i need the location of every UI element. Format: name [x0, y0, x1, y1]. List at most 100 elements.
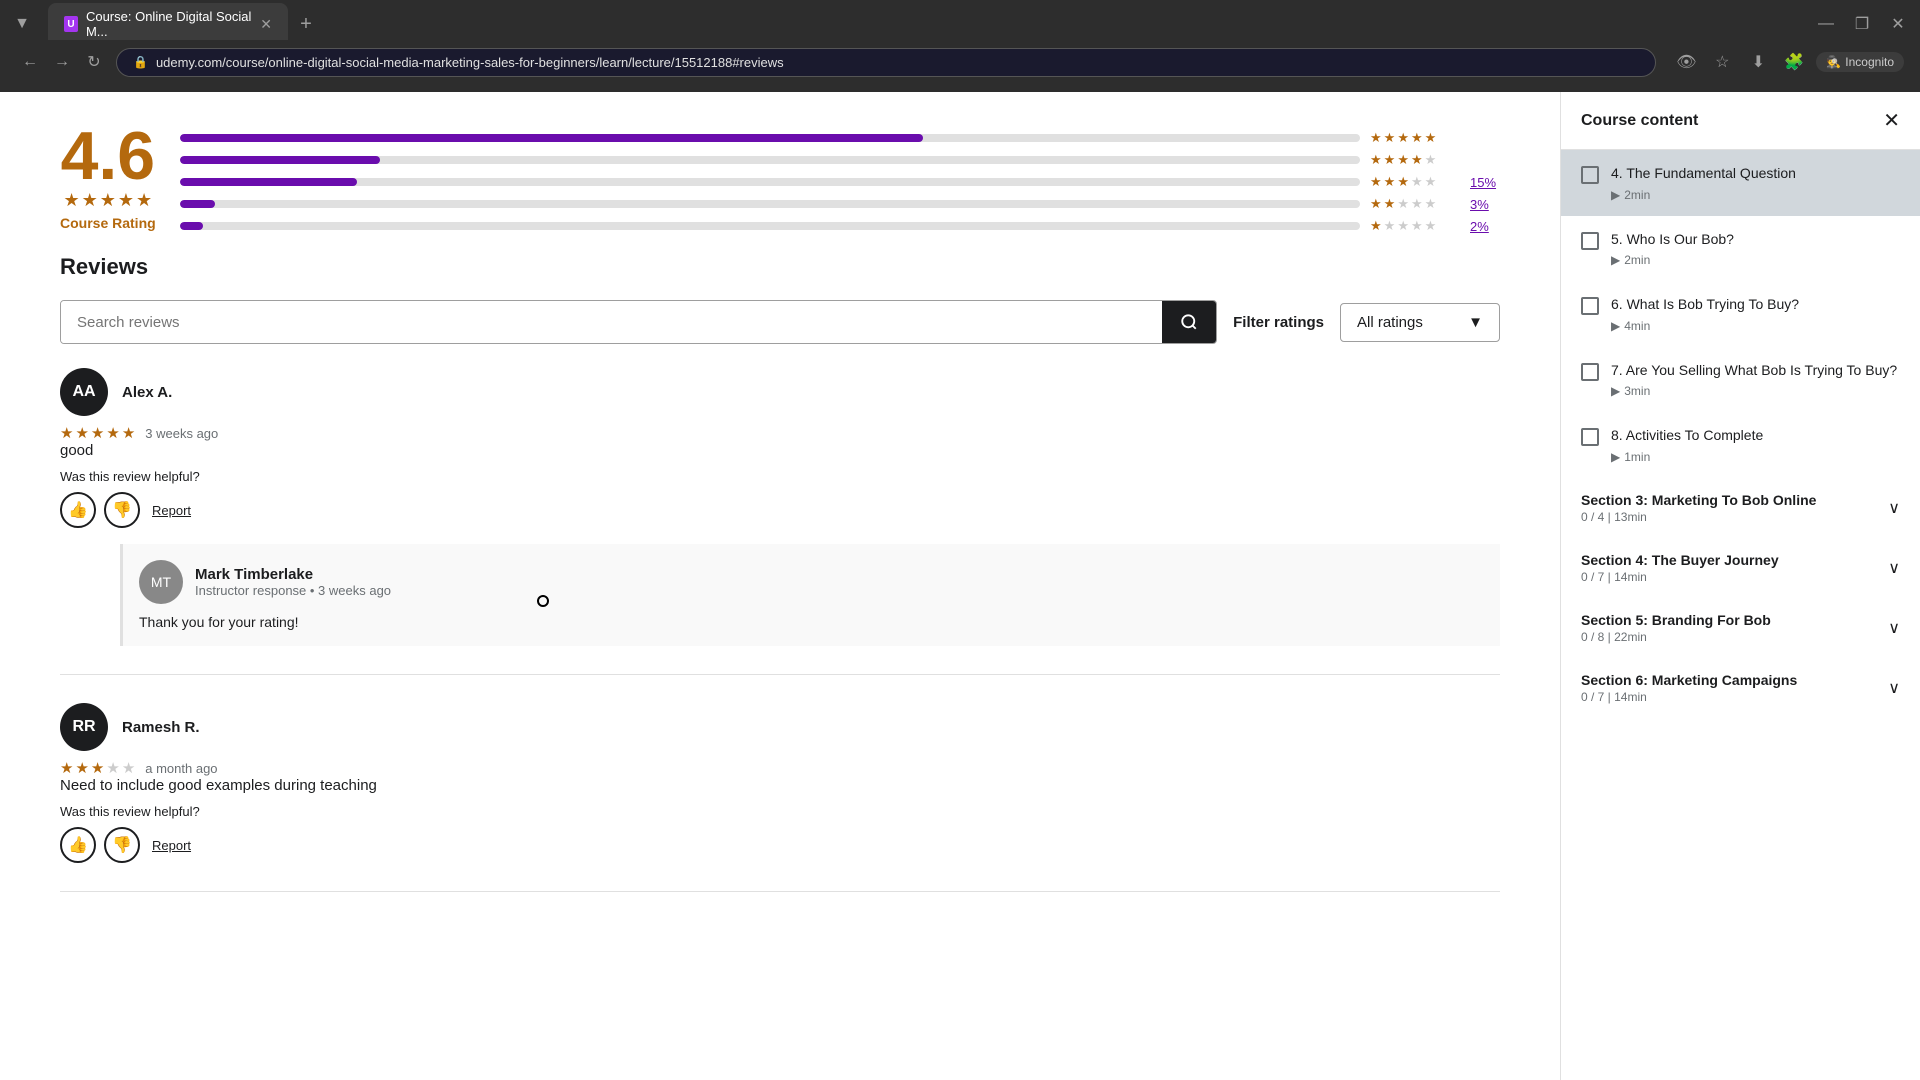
- helpful-text-ramesh: Was this review helpful?: [60, 804, 1500, 819]
- sidebar-item-7[interactable]: 7. Are You Selling What Bob Is Trying To…: [1561, 347, 1920, 413]
- item-meta-7: ▶ 3min: [1611, 384, 1900, 398]
- reviewer-name-alex: Alex A.: [122, 384, 172, 401]
- checkbox-6[interactable]: [1581, 297, 1599, 315]
- section-header-4[interactable]: Section 4: The Buyer Journey 0 / 7 | 14m…: [1561, 538, 1920, 598]
- sidebar-header: Course content ✕: [1561, 92, 1920, 150]
- section-header-3[interactable]: Section 3: Marketing To Bob Online 0 / 4…: [1561, 478, 1920, 538]
- tab-bar: ▼ U Course: Online Digital Social M... ✕…: [0, 0, 1920, 40]
- back-button[interactable]: ←: [16, 48, 44, 76]
- star-2: ★: [82, 190, 98, 211]
- item-content-5: 5. Who Is Our Bob? ▶ 2min: [1611, 230, 1900, 268]
- bar-track-3: [180, 178, 1360, 186]
- review-meta-ramesh: ★ ★ ★ ★ ★ a month ago: [60, 759, 1500, 777]
- instructor-name: Mark Timberlake: [195, 566, 391, 583]
- sidebar-title: Course content: [1581, 112, 1698, 130]
- sidebar-item-5[interactable]: 5. Who Is Our Bob? ▶ 2min: [1561, 216, 1920, 282]
- incognito-badge: 🕵 Incognito: [1816, 52, 1904, 72]
- search-box: [60, 300, 1217, 344]
- browser-chrome: ▼ U Course: Online Digital Social M... ✕…: [0, 0, 1920, 92]
- bookmark-icon[interactable]: ☆: [1708, 48, 1736, 76]
- reviews-title: Reviews: [60, 254, 1500, 280]
- bar-fill-4: [180, 156, 381, 164]
- section-meta-3: 0 / 4 | 13min: [1581, 510, 1816, 524]
- chevron-section-4: ∨: [1888, 558, 1900, 578]
- bar-pct-3[interactable]: 15%: [1470, 175, 1500, 190]
- rating-big: 4.6 ★ ★ ★ ★ ★ Course Rating: [60, 122, 156, 231]
- checkbox-8[interactable]: [1581, 428, 1599, 446]
- item-meta-6: ▶ 4min: [1611, 319, 1900, 333]
- play-icon-6: ▶: [1611, 319, 1620, 333]
- sidebar-close-button[interactable]: ✕: [1883, 108, 1900, 133]
- star-1: ★: [63, 190, 79, 211]
- report-link-alex[interactable]: Report: [152, 503, 191, 518]
- item-duration-4: 2min: [1624, 188, 1650, 202]
- review-time-alex: 3 weeks ago: [145, 426, 218, 441]
- bar-pct-1[interactable]: 2%: [1470, 219, 1500, 234]
- checkbox-4[interactable]: [1581, 166, 1599, 184]
- chevron-section-5: ∨: [1888, 618, 1900, 638]
- search-input[interactable]: [61, 301, 1162, 343]
- section-title-5: Section 5: Branding For Bob: [1581, 612, 1771, 628]
- bar-pct-2[interactable]: 3%: [1470, 197, 1500, 212]
- section-header-6[interactable]: Section 6: Marketing Campaigns 0 / 7 | 1…: [1561, 658, 1920, 718]
- tab-list-button[interactable]: ▼: [8, 10, 36, 38]
- reviewer-info-ramesh: Ramesh R.: [122, 719, 200, 736]
- eye-slash-icon[interactable]: 👁: [1672, 48, 1700, 76]
- active-tab[interactable]: U Course: Online Digital Social M... ✕: [48, 3, 288, 45]
- tab-close-button[interactable]: ✕: [260, 16, 272, 33]
- filter-select[interactable]: All ratings ▼: [1340, 303, 1500, 342]
- url-bar[interactable]: 🔒 udemy.com/course/online-digital-social…: [116, 48, 1656, 77]
- bar-row-3: ★ ★ ★ ★ ★ 15%: [180, 174, 1500, 190]
- forward-button[interactable]: →: [48, 48, 76, 76]
- checkbox-5[interactable]: [1581, 232, 1599, 250]
- sidebar-item-8[interactable]: 8. Activities To Complete ▶ 1min: [1561, 412, 1920, 478]
- filter-row: Filter ratings All ratings ▼: [60, 300, 1500, 344]
- bar-stars-1: ★ ★ ★ ★ ★: [1370, 218, 1460, 234]
- bar-row-4: ★ ★ ★ ★ ★: [180, 152, 1500, 168]
- chevron-down-icon: ▼: [1468, 314, 1483, 331]
- sidebar-item-4[interactable]: 4. The Fundamental Question ▶ 2min: [1561, 150, 1920, 216]
- reload-button[interactable]: ↻: [80, 48, 108, 76]
- thumbs-up-button-ramesh[interactable]: 👍: [60, 827, 96, 863]
- new-tab-button[interactable]: +: [292, 10, 320, 38]
- section-header-5[interactable]: Section 5: Branding For Bob 0 / 8 | 22mi…: [1561, 598, 1920, 658]
- search-button[interactable]: [1162, 301, 1216, 343]
- star-4: ★: [118, 190, 134, 211]
- bar-stars-2: ★ ★ ★ ★ ★: [1370, 196, 1460, 212]
- download-icon[interactable]: ⬇: [1744, 48, 1772, 76]
- bar-stars-5: ★ ★ ★ ★ ★: [1370, 130, 1460, 146]
- bar-stars-3: ★ ★ ★ ★ ★: [1370, 174, 1460, 190]
- incognito-icon: 🕵: [1826, 55, 1841, 69]
- reviewer-info-alex: Alex A.: [122, 384, 172, 401]
- thumbs-down-button-ramesh[interactable]: 👎: [104, 827, 140, 863]
- item-content-8: 8. Activities To Complete ▶ 1min: [1611, 426, 1900, 464]
- window-maximize-button[interactable]: ❐: [1848, 10, 1876, 38]
- window-close-button[interactable]: ✕: [1884, 10, 1912, 38]
- item-content-6: 6. What Is Bob Trying To Buy? ▶ 4min: [1611, 295, 1900, 333]
- window-minimize-button[interactable]: —: [1812, 10, 1840, 38]
- section-meta-4: 0 / 7 | 14min: [1581, 570, 1779, 584]
- thumbs-down-button-alex[interactable]: 👎: [104, 492, 140, 528]
- bar-row-1: ★ ★ ★ ★ ★ 2%: [180, 218, 1500, 234]
- reviewer-row-ramesh: RR Ramesh R.: [60, 703, 1500, 751]
- item-meta-8: ▶ 1min: [1611, 450, 1900, 464]
- thumbs-up-button-alex[interactable]: 👍: [60, 492, 96, 528]
- chevron-section-6: ∨: [1888, 678, 1900, 698]
- review-time-ramesh: a month ago: [145, 761, 217, 776]
- review-stars-ramesh: ★ ★ ★ ★ ★: [60, 759, 135, 777]
- rating-stars: ★ ★ ★ ★ ★: [63, 190, 152, 211]
- instructor-text: Thank you for your rating!: [139, 614, 1484, 630]
- checkbox-7[interactable]: [1581, 363, 1599, 381]
- extensions-icon[interactable]: 🧩: [1780, 48, 1808, 76]
- item-title-6: 6. What Is Bob Trying To Buy?: [1611, 295, 1900, 315]
- report-link-ramesh[interactable]: Report: [152, 838, 191, 853]
- item-meta-4: ▶ 2min: [1611, 188, 1900, 202]
- item-duration-5: 2min: [1624, 253, 1650, 267]
- bar-track-5: [180, 134, 1360, 142]
- bar-fill-2: [180, 200, 215, 208]
- review-item-ramesh: RR Ramesh R. ★ ★ ★ ★ ★ a month ago Need: [60, 703, 1500, 892]
- section-title-3: Section 3: Marketing To Bob Online: [1581, 492, 1816, 508]
- instructor-info: Mark Timberlake Instructor response • 3 …: [195, 566, 391, 598]
- rating-label: Course Rating: [60, 215, 156, 231]
- sidebar-item-6[interactable]: 6. What Is Bob Trying To Buy? ▶ 4min: [1561, 281, 1920, 347]
